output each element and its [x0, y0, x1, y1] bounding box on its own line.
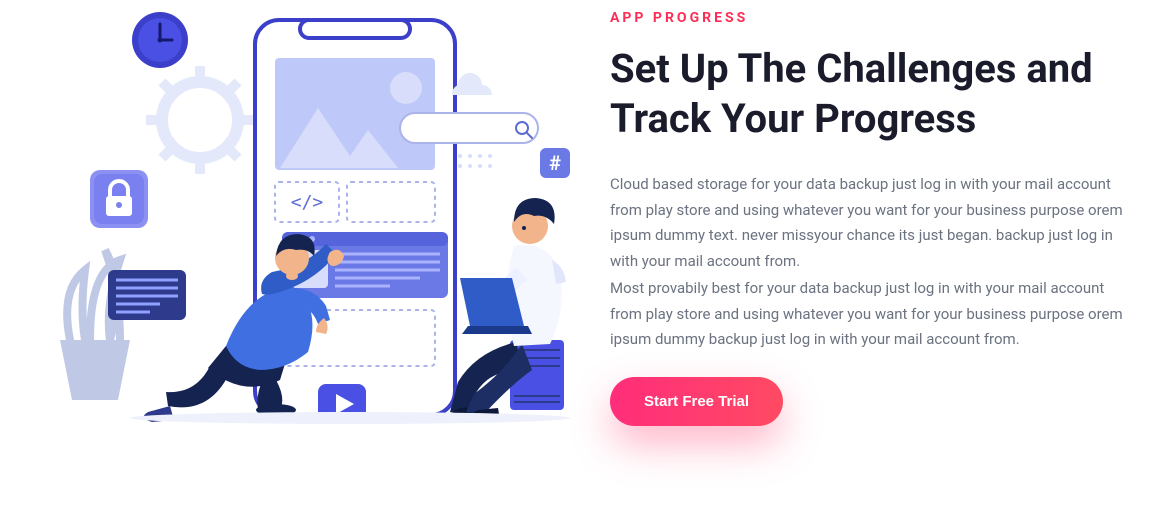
- hero-illustration: </>: [30, 10, 590, 440]
- section-headline: Set Up The Challenges and Track Your Pro…: [610, 44, 1127, 144]
- svg-text:#: #: [549, 151, 561, 175]
- search-bar: [400, 113, 538, 143]
- clock-icon: [132, 12, 188, 68]
- lock-icon: [90, 170, 148, 228]
- hash-icon: #: [540, 148, 570, 178]
- section-paragraph-1: Cloud based storage for your data backup…: [610, 172, 1127, 274]
- eyebrow-label: APP PROGRESS: [610, 10, 1127, 26]
- cloud-icon: [452, 73, 492, 95]
- decoration-dots: [458, 154, 492, 168]
- data-card-icon: [108, 270, 186, 320]
- svg-text:</>: </>: [291, 192, 324, 213]
- gear-icon: [146, 66, 254, 174]
- start-free-trial-button[interactable]: Start Free Trial: [610, 377, 783, 426]
- person-right: [450, 198, 566, 422]
- section-paragraph-2: Most provabily best for your data backup…: [610, 276, 1127, 353]
